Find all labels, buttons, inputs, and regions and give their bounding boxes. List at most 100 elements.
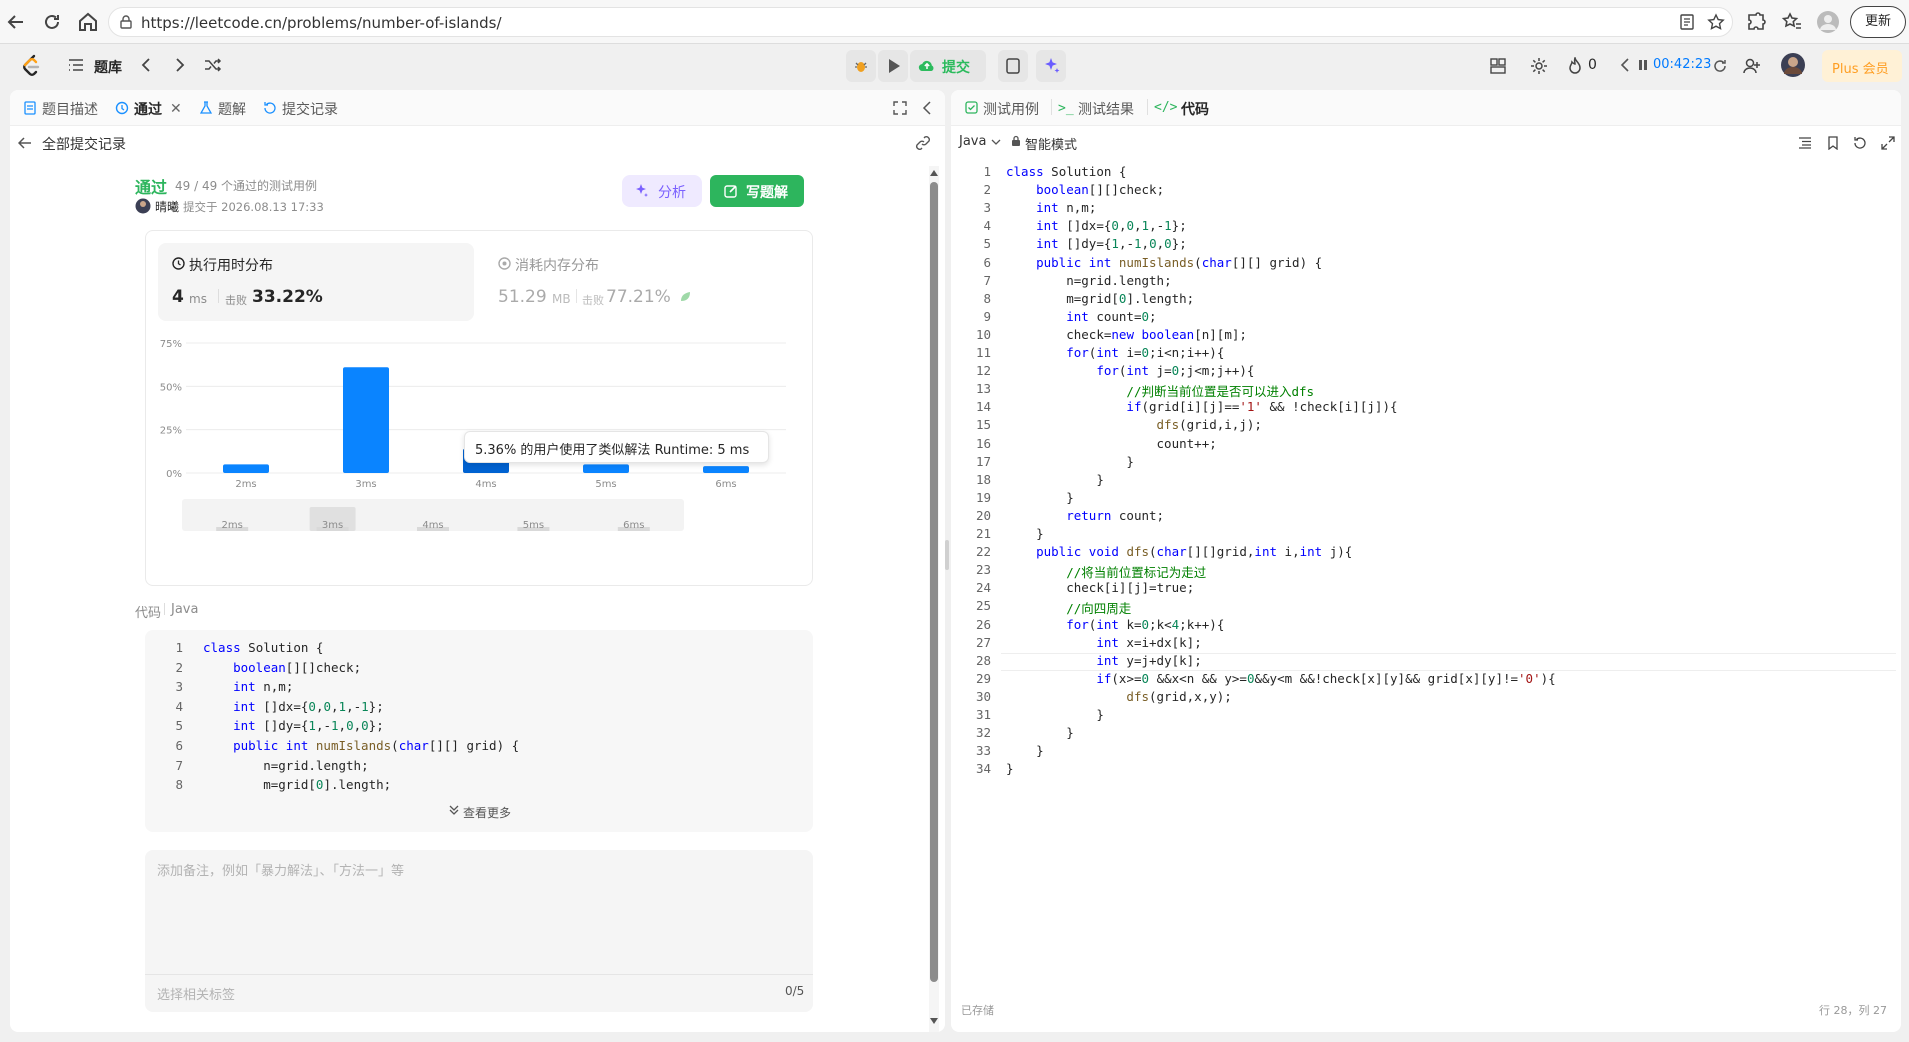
see-more-link[interactable]: 查看更多	[463, 804, 511, 821]
copy-link-icon[interactable]	[915, 135, 931, 151]
submit-button[interactable]: 提交	[910, 50, 986, 82]
line-code: n=grid.length;	[1066, 272, 1172, 288]
analyze-button[interactable]: 分析	[622, 175, 702, 207]
line-code: int count=0;	[1066, 308, 1157, 324]
tab-test-result[interactable]: 测试结果	[1078, 99, 1134, 119]
line-code: for(int i=0;i<n;i++){	[1066, 345, 1225, 360]
reader-mode-icon[interactable]	[1679, 14, 1695, 30]
leetcode-logo-icon[interactable]	[20, 54, 42, 78]
collapse-panel-icon[interactable]	[922, 101, 932, 115]
next-problem-icon[interactable]	[174, 57, 186, 73]
line-number: 10	[975, 326, 991, 342]
memory-value: 51.29	[498, 287, 547, 307]
overview-label: 2ms	[222, 520, 243, 531]
chevron-down-lang-icon[interactable]	[991, 138, 1001, 146]
editor-line: 2 boolean[][]check;	[951, 182, 1901, 200]
profile-avatar-icon[interactable]	[1816, 10, 1840, 34]
panel-splitter[interactable]	[945, 540, 949, 570]
reload-icon[interactable]	[40, 10, 64, 34]
close-tab-icon[interactable]: ✕	[170, 101, 182, 117]
write-solution-button[interactable]: 写题解	[710, 175, 804, 207]
extensions-icon[interactable]	[1744, 10, 1768, 34]
reset-code-icon[interactable]	[1853, 136, 1867, 150]
star-icon[interactable]	[1707, 13, 1725, 31]
right-tab-bar: 测试用例 >_ 测试结果 </> 代码	[951, 90, 1901, 126]
bar-6ms[interactable]	[703, 466, 749, 473]
tab-separator-2	[1147, 99, 1148, 115]
line-number: 6	[175, 738, 183, 753]
arrow-left-icon[interactable]	[18, 137, 32, 149]
line-number: 2	[175, 659, 183, 675]
code-label: 代码	[135, 606, 162, 621]
chevron-down-icon[interactable]	[448, 804, 460, 816]
prev-problem-icon[interactable]	[140, 57, 152, 73]
submitter-name[interactable]: 晴曦	[155, 198, 179, 215]
pause-icon[interactable]	[1638, 59, 1648, 71]
tab-testcase[interactable]: 测试用例	[983, 99, 1039, 119]
fire-icon[interactable]	[1568, 57, 1582, 75]
history-icon	[115, 101, 129, 115]
code-editor[interactable]: 1 class Solution {2 boolean[][]check; 3 in…	[951, 164, 1901, 784]
cloud-upload-icon	[918, 58, 936, 74]
expand-editor-icon[interactable]	[1881, 136, 1895, 150]
list-icon[interactable]	[68, 58, 84, 72]
tab-accepted[interactable]: 通过	[134, 99, 162, 119]
line-number: 16	[975, 435, 991, 451]
editor-line: 10 check=new boolean[n][m];	[951, 327, 1901, 345]
tags-selector[interactable]: 选择相关标签	[157, 984, 235, 1003]
bar-5ms[interactable]	[583, 464, 629, 473]
line-number: 24	[975, 580, 991, 596]
runtime-box[interactable]: 执行用时分布 4 ms 击败 33.22%	[158, 243, 474, 321]
scroll-up-icon[interactable]	[930, 170, 938, 176]
fullscreen-icon[interactable]	[893, 101, 907, 115]
home-icon[interactable]	[76, 10, 100, 34]
bar-3ms[interactable]	[343, 367, 389, 473]
notes-area[interactable]: 添加备注，例如「暴力解法」、「方法一」等 选择相关标签 0/5	[145, 850, 813, 1012]
shuffle-icon[interactable]	[204, 57, 222, 73]
settings-gear-icon[interactable]	[1530, 57, 1548, 75]
add-friend-icon[interactable]	[1742, 57, 1762, 75]
language-selector[interactable]: Java	[959, 134, 986, 149]
tab-submissions[interactable]: 提交记录	[282, 99, 338, 119]
plus-membership-button[interactable]: Plus 会员	[1822, 50, 1902, 82]
line-code: m=grid[0].length;	[263, 777, 392, 793]
back-icon[interactable]	[4, 10, 28, 34]
tab-solutions[interactable]: 题解	[218, 99, 246, 119]
memory-box[interactable]: 消耗内存分布 51.29 MB 击败 77.21%	[484, 243, 800, 321]
favorites-icon[interactable]	[1780, 10, 1804, 34]
scrollbar-thumb[interactable]	[930, 182, 938, 982]
user-avatar[interactable]	[1780, 52, 1806, 78]
format-icon[interactable]	[1798, 137, 1812, 149]
layout-icon[interactable]	[1490, 58, 1506, 74]
line-code: //判断当前位置是否可以进入dfs	[1126, 384, 1315, 400]
update-button[interactable]: 更新	[1850, 6, 1906, 38]
line-number: 30	[975, 688, 991, 704]
scroll-down-icon[interactable]	[930, 1018, 938, 1024]
line-number: 8	[983, 290, 991, 306]
tab-code[interactable]: 代码	[1181, 99, 1209, 119]
line-number: 9	[983, 308, 991, 324]
editor-line: 19 }	[951, 490, 1901, 508]
run-button[interactable]	[878, 50, 908, 82]
tab-description[interactable]: 题目描述	[42, 99, 98, 119]
code-lang: Java	[171, 602, 199, 617]
line-number: 8	[175, 777, 183, 793]
bookmark-icon[interactable]	[1827, 136, 1839, 150]
all-submissions-link[interactable]: 全部提交记录	[42, 134, 126, 154]
smart-mode-toggle[interactable]: 智能模式	[1025, 134, 1077, 153]
ai-assistant-button[interactable]	[1036, 50, 1066, 82]
line-code: //向四周走	[1066, 601, 1132, 617]
preview-line: 1 class Solution {	[145, 640, 813, 658]
bar-2ms[interactable]	[223, 464, 269, 473]
runtime-beats: 33.22%	[252, 287, 323, 307]
scrollbar-track[interactable]	[929, 166, 939, 1032]
address-bar[interactable]: https://leetcode.cn/problems/number-of-i…	[108, 7, 1733, 37]
problem-bank-link[interactable]: 题库	[94, 57, 122, 77]
timer-collapse-icon[interactable]	[1620, 58, 1630, 72]
reset-timer-icon[interactable]	[1712, 58, 1728, 74]
note-button[interactable]	[998, 50, 1028, 82]
debug-button[interactable]	[846, 50, 876, 82]
y-tick-label: 25%	[160, 426, 182, 437]
editor-line: 11 for(int i=0;i<n;i++){	[951, 345, 1901, 363]
line-code: if(grid[i][j]=='1' && !check[i][j]){	[1126, 399, 1398, 415]
